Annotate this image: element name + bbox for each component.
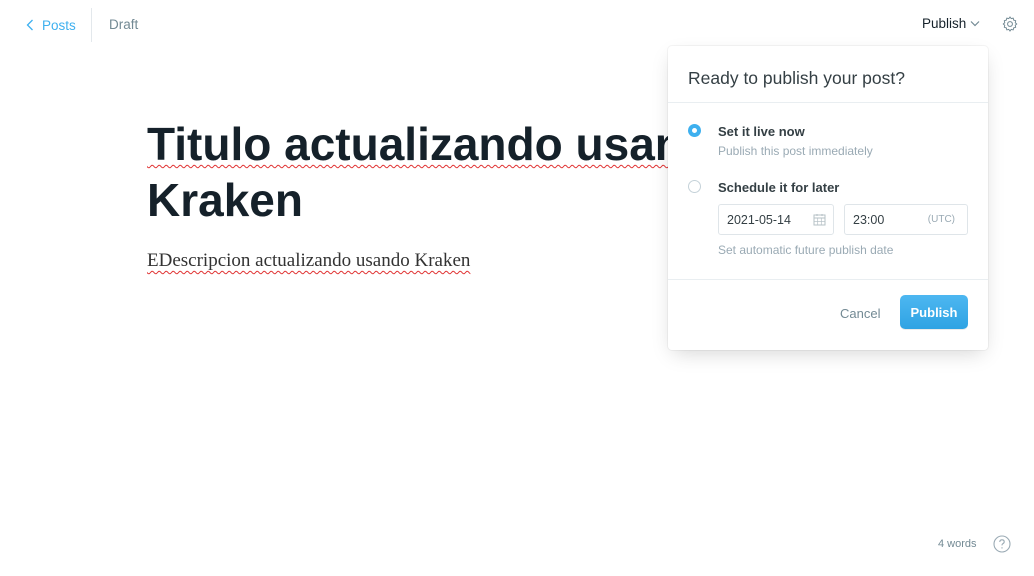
timezone-label: (UTC) xyxy=(927,214,955,225)
chevron-down-icon xyxy=(970,21,980,27)
schedule-time-value: 23:00 xyxy=(853,212,885,227)
cancel-button[interactable]: Cancel xyxy=(840,306,880,321)
word-count: 4 words xyxy=(938,538,977,550)
schedule-hint: Set automatic future publish date xyxy=(718,243,894,257)
popover-footer-divider xyxy=(668,279,988,280)
title-line-2: Kraken xyxy=(147,174,303,226)
option-publish-now-description: Publish this post immediately xyxy=(718,144,873,158)
schedule-date-input[interactable]: 2021-05-14 xyxy=(718,204,834,235)
schedule-time-input[interactable]: 23:00 (UTC) xyxy=(844,204,968,235)
publish-menu-trigger[interactable]: Publish xyxy=(922,16,980,31)
post-status: Draft xyxy=(109,17,139,32)
header-divider xyxy=(91,8,92,42)
post-body[interactable]: EDescripcion actualizando usando Kraken xyxy=(147,247,667,275)
editor-page: Posts Draft Publish Titulo actualizando … xyxy=(0,0,1034,576)
publish-menu-label: Publish xyxy=(922,16,967,31)
option-schedule-label[interactable]: Schedule it for later xyxy=(718,180,839,195)
popover-heading: Ready to publish your post? xyxy=(668,46,988,103)
help-icon[interactable] xyxy=(993,535,1011,553)
calendar-icon[interactable] xyxy=(813,213,826,226)
back-to-posts-link[interactable]: Posts xyxy=(26,15,76,35)
post-body-text: EDescripcion actualizando usando Kraken xyxy=(147,250,471,271)
title-line-1: Titulo actualizando usan xyxy=(147,118,683,170)
option-publish-now-label[interactable]: Set it live now xyxy=(718,124,805,139)
schedule-date-value: 2021-05-14 xyxy=(727,212,791,227)
post-title[interactable]: Titulo actualizando usan Kraken xyxy=(147,116,687,228)
radio-schedule[interactable] xyxy=(688,180,701,193)
radio-publish-now[interactable] xyxy=(688,124,701,137)
gear-icon[interactable] xyxy=(1001,15,1019,33)
publish-button[interactable]: Publish xyxy=(900,295,968,329)
back-label: Posts xyxy=(42,17,76,33)
editor-header: Posts Draft Publish xyxy=(0,0,1034,50)
publish-popover: Ready to publish your post? Set it live … xyxy=(668,46,988,350)
chevron-left-icon xyxy=(26,19,33,31)
